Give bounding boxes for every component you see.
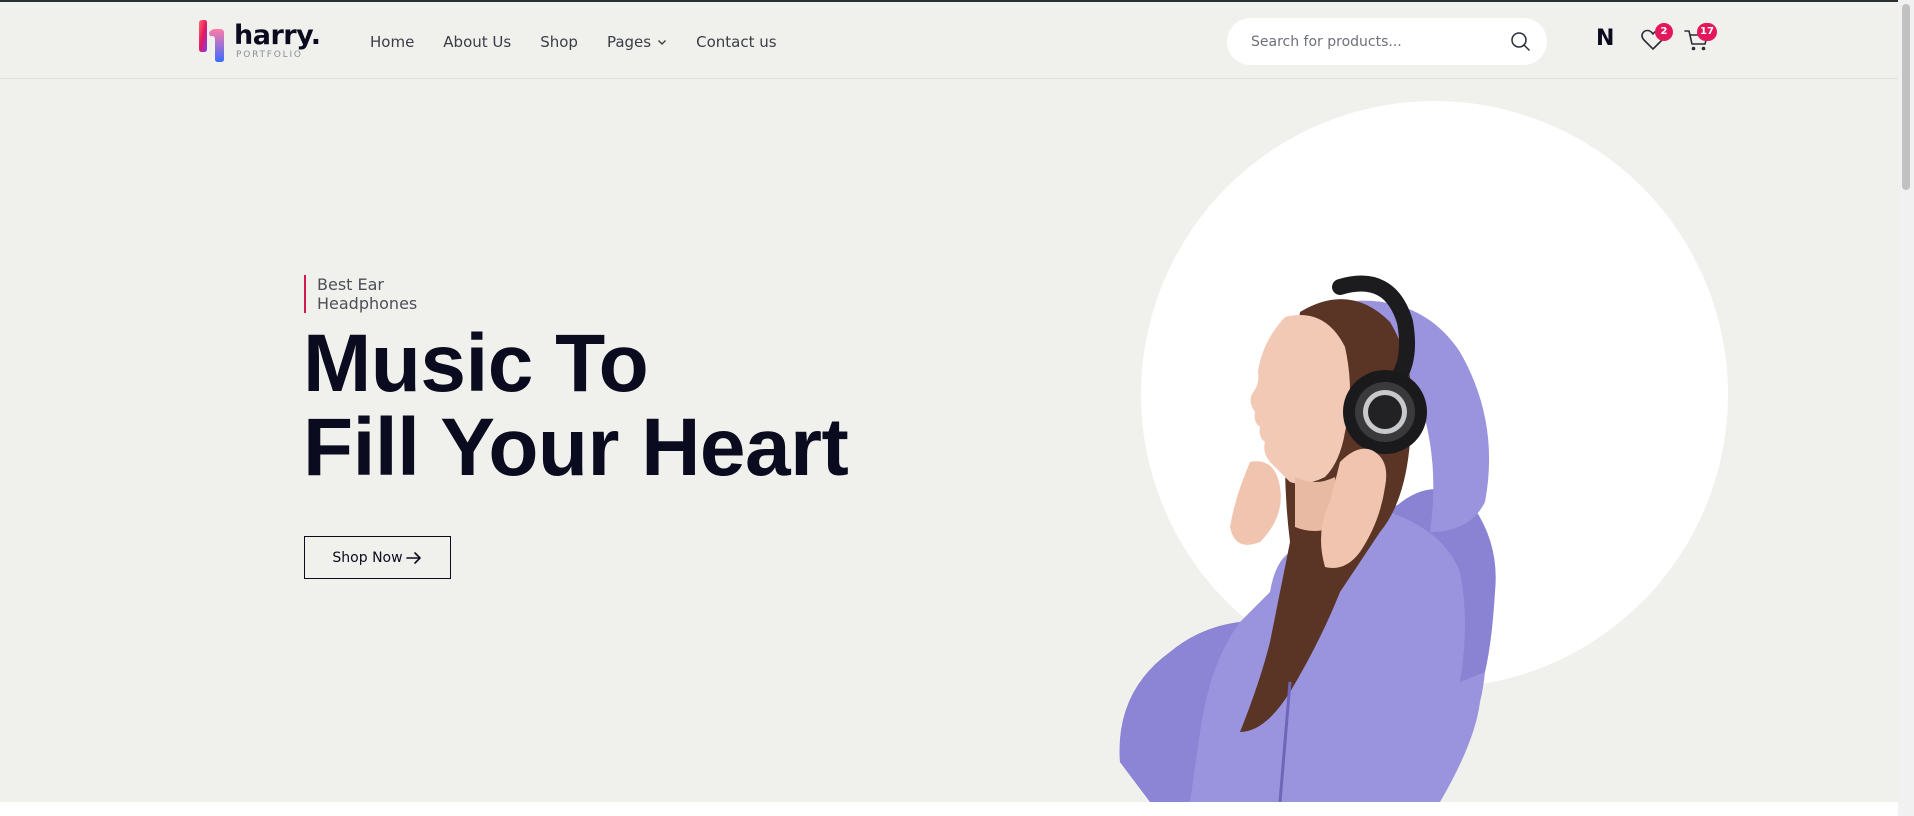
wishlist-count-badge: 2 <box>1655 23 1673 41</box>
vertical-scrollbar[interactable] <box>1898 0 1914 816</box>
chevron-down-icon <box>658 40 667 45</box>
scrollbar-thumb[interactable] <box>1902 4 1910 190</box>
user-avatar[interactable]: N <box>1596 26 1618 52</box>
main-nav: Home About Us Shop Pages Contact us <box>370 30 806 54</box>
logo-tagline: PORTFOLIO <box>236 50 303 60</box>
nav-item-about-us[interactable]: About Us <box>443 33 511 51</box>
nav-item-shop[interactable]: Shop <box>540 33 578 51</box>
nav-item-home[interactable]: Home <box>370 33 414 51</box>
shop-now-button[interactable]: Shop Now <box>304 536 451 579</box>
site-header: harry. PORTFOLIO Home About Us Shop Page… <box>0 2 1898 79</box>
search-bar <box>1227 18 1547 65</box>
bottom-edge <box>0 802 1898 816</box>
logo-mark-icon <box>199 20 224 62</box>
hero-title-line1: Music To <box>303 318 649 409</box>
nav-item-pages[interactable]: Pages <box>607 33 667 51</box>
logo[interactable]: harry. PORTFOLIO <box>196 19 326 63</box>
hero-eyebrow-line1: Best Ear <box>317 275 385 294</box>
nav-item-pages-label: Pages <box>606 33 652 51</box>
hero-title-line2: Fill Your Heart <box>303 402 849 493</box>
hero-image <box>1119 275 1496 802</box>
shop-now-label: Shop Now <box>332 549 403 566</box>
logo-text: harry. <box>234 20 321 51</box>
cart-count-badge: 17 <box>1697 23 1717 41</box>
page: harry. PORTFOLIO Home About Us Shop Page… <box>0 2 1898 802</box>
search-input[interactable] <box>1251 18 1491 65</box>
hero-eyebrow: Best Ear Headphones <box>304 275 444 313</box>
hero-eyebrow-line2: Headphones <box>317 294 418 313</box>
hero-title: Music To Fill Your Heart <box>303 322 863 490</box>
nav-item-contact-us[interactable]: Contact us <box>696 33 776 51</box>
user-initial: N <box>1596 26 1615 51</box>
search-icon[interactable] <box>1510 31 1531 52</box>
arrow-right-icon <box>405 551 421 564</box>
